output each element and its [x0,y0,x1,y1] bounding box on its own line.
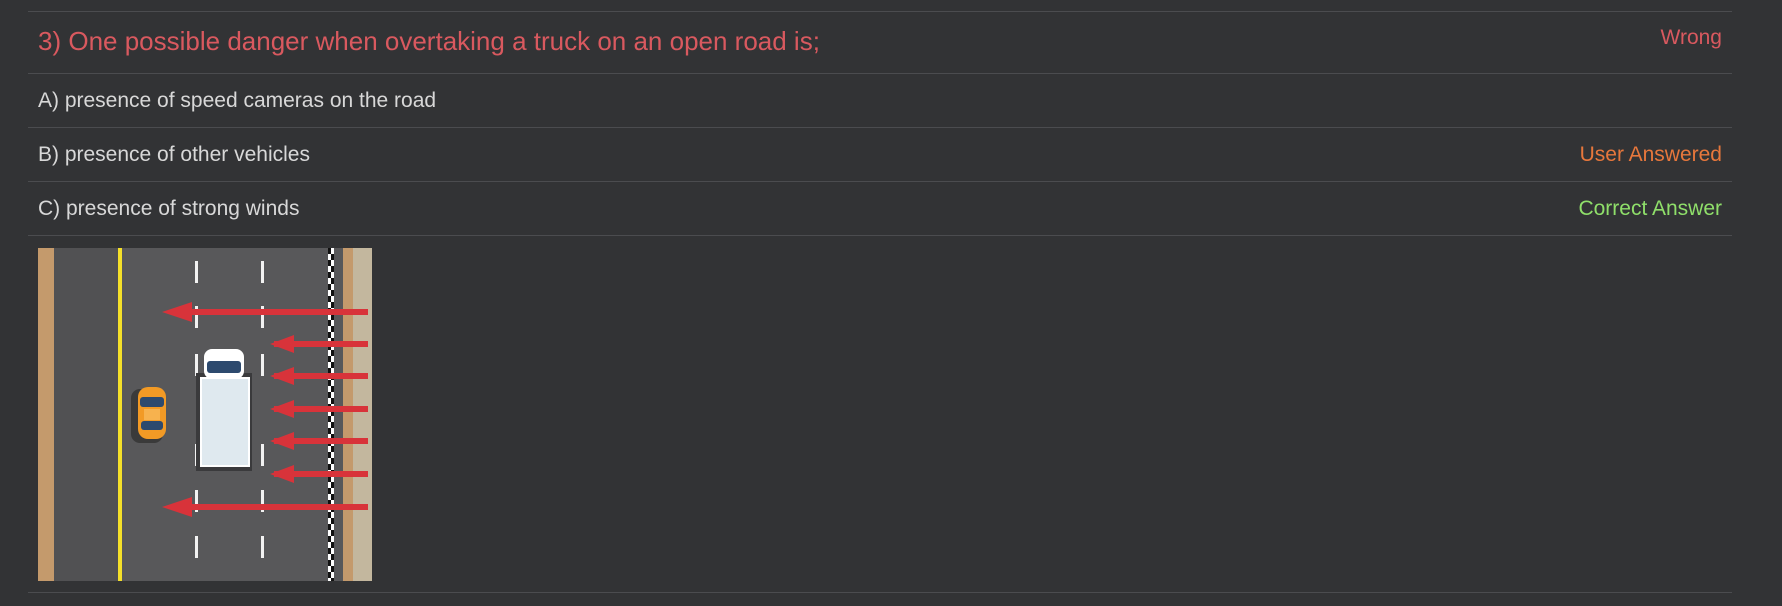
divider [28,592,1732,593]
correct-answer-tag: Correct Answer [1578,197,1722,220]
road-diagram-image [38,248,372,581]
answer-option-a[interactable]: A) presence of speed cameras on the road [28,73,1732,127]
right-verge [353,248,372,581]
truck-icon [196,349,252,471]
question-header: 3) One possible danger when overtaking a… [28,11,1732,73]
answer-option-b[interactable]: B) presence of other vehicles User Answe… [28,127,1732,181]
left-shoulder [38,248,54,581]
right-shoulder-dirt [343,248,353,581]
checkered-road-edge [328,248,334,581]
question-text: 3) One possible danger when overtaking a… [38,26,820,56]
answer-label: A) presence of speed cameras on the road [38,89,437,112]
car-icon [131,387,166,443]
question-image-row [28,235,1732,593]
answer-label: C) presence of strong winds [38,197,300,220]
result-status: Wrong [1660,26,1722,49]
answer-label: B) presence of other vehicles [38,143,310,166]
answer-option-c[interactable]: C) presence of strong winds Correct Answ… [28,181,1732,235]
question-panel: 3) One possible danger when overtaking a… [28,0,1732,606]
yellow-centre-line [118,248,122,581]
user-answered-tag: User Answered [1579,143,1722,166]
